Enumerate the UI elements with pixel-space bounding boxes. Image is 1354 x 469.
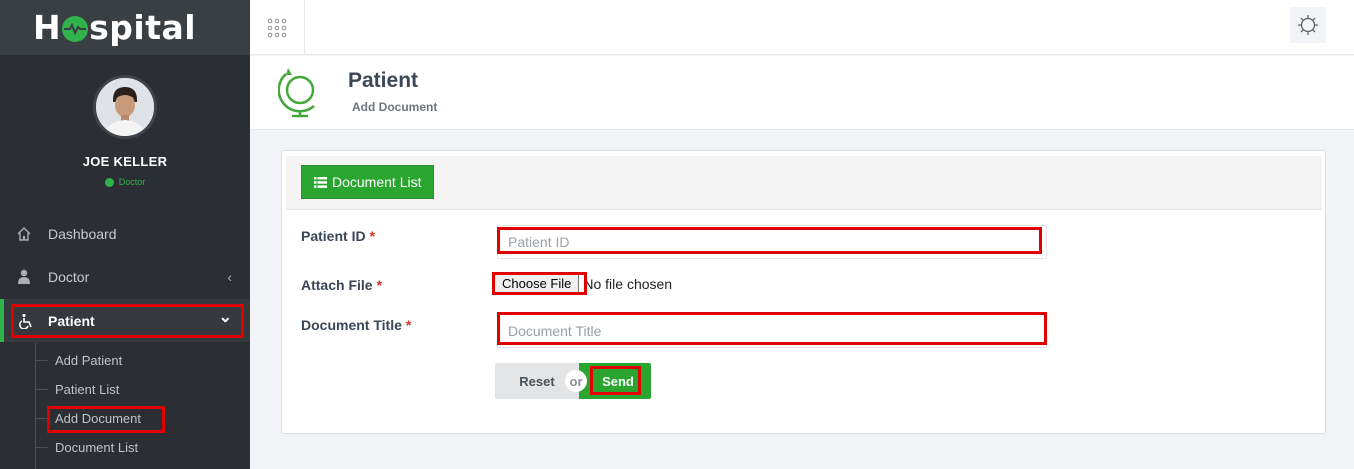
gear-icon <box>1298 15 1318 35</box>
file-status-text: No file chosen <box>583 275 673 292</box>
sidebar-item-label: Doctor <box>48 268 90 285</box>
add-document-card: Document List Patient ID* Attach File* C… <box>281 150 1326 434</box>
page-header: Patient Add Document <box>250 56 1354 130</box>
submenu-item-label: Add Document <box>55 410 141 426</box>
user-profile: JOE KELLER Doctor <box>0 55 250 210</box>
chevron-down-icon: ⌄ <box>218 309 232 326</box>
submenu-item-add-patient[interactable]: Add Patient <box>35 350 122 370</box>
document-title-label: Document Title * <box>301 317 412 333</box>
file-input: Choose File No file chosen <box>494 273 672 294</box>
apps-menu-button[interactable] <box>250 0 305 55</box>
submenu-item-add-document[interactable]: Add Document <box>35 408 141 428</box>
app-logo[interactable]: H spital <box>33 8 196 47</box>
required-marker: * <box>405 317 412 333</box>
list-icon <box>314 176 327 188</box>
or-separator: or <box>565 370 587 392</box>
document-list-label: Document List <box>332 174 422 190</box>
online-status-dot <box>104 177 114 187</box>
patient-id-label: Patient ID * <box>301 228 376 244</box>
submenu-item-patient-list[interactable]: Patient List <box>35 379 119 399</box>
globe-icon <box>277 64 322 125</box>
wheelchair-icon <box>4 313 48 329</box>
profile-role: Doctor <box>0 177 250 187</box>
sidebar-item-dashboard[interactable]: Dashboard <box>0 212 250 255</box>
page-subtitle: Add Document <box>352 100 438 114</box>
avatar[interactable] <box>93 75 157 139</box>
required-marker: * <box>369 228 376 244</box>
send-button[interactable]: Send <box>579 363 651 399</box>
profile-role-label: Doctor <box>118 177 146 187</box>
home-icon <box>0 226 48 242</box>
sidebar-item-patient[interactable]: Patient ⌄ <box>0 299 250 342</box>
profile-name: JOE KELLER <box>82 154 168 169</box>
form-actions: Reset or Send <box>495 363 651 399</box>
submenu-item-label: Patient List <box>55 381 120 397</box>
logo-bar: H spital <box>0 0 250 55</box>
submenu-item-document-list[interactable]: Document List <box>35 437 138 457</box>
settings-button[interactable] <box>1290 7 1326 43</box>
document-title-input[interactable] <box>497 314 1047 348</box>
chevron-left-icon: ‹ <box>227 268 232 285</box>
attach-file-label: Attach File * <box>301 277 383 293</box>
submenu-item-label: Document List <box>55 439 139 455</box>
sidebar-item-doctor[interactable]: Doctor ‹ <box>0 255 250 298</box>
sidebar-item-label: Patient <box>48 312 95 329</box>
patient-id-input[interactable] <box>497 225 1047 259</box>
page-title: Patient <box>348 69 419 92</box>
document-list-button[interactable]: Document List <box>301 165 435 199</box>
required-marker: * <box>376 277 383 293</box>
user-md-icon <box>0 269 48 285</box>
card-header: Document List <box>286 156 1322 210</box>
top-bar <box>250 0 1354 55</box>
choose-file-button[interactable]: Choose File <box>494 273 580 294</box>
submenu-item-label: Add Patient <box>55 352 123 368</box>
grid-dots-icon <box>267 18 287 37</box>
heartbeat-icon <box>62 15 89 42</box>
sidebar: H spital JOE KELLER Doctor Dashboard Doc… <box>0 0 250 469</box>
sidebar-item-label: Dashboard <box>48 225 117 242</box>
